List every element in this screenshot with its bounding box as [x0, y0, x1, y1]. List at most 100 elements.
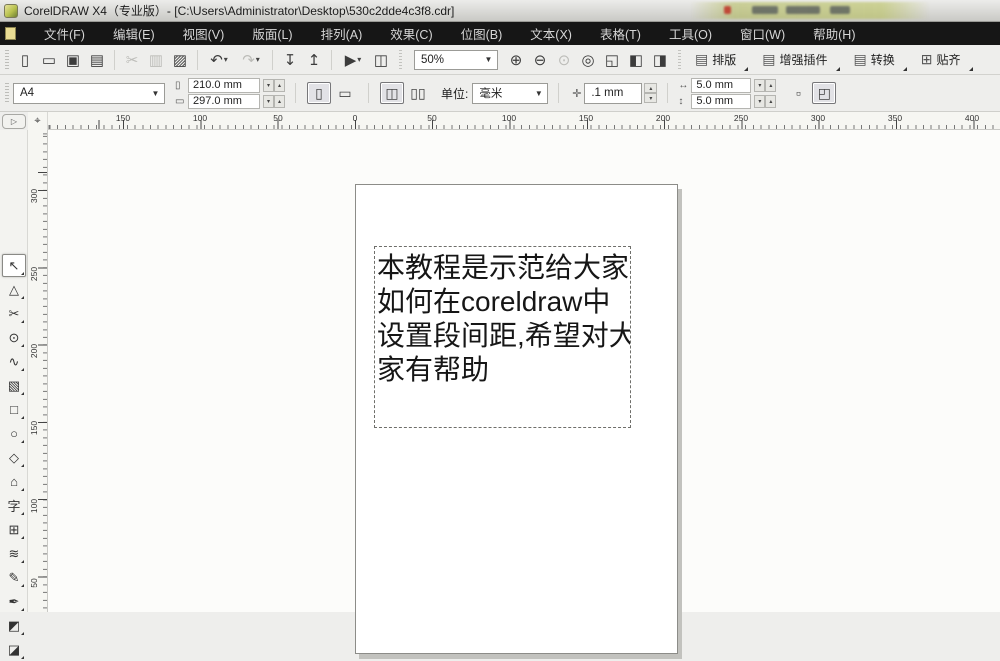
menu-item[interactable]: 表格(T) [586, 21, 655, 46]
smart-fill-tool[interactable]: ▧ [2, 374, 26, 397]
all-pages-layout-button[interactable]: ◫ [380, 82, 404, 104]
shape-tool[interactable]: △ [2, 278, 26, 301]
menu-item[interactable]: 工具(O) [655, 21, 726, 46]
paper-type-combobox[interactable]: A4 ▼ [13, 83, 165, 104]
text-tool[interactable]: 字 [2, 494, 26, 517]
ruler-label: 400 [960, 113, 984, 123]
combobox-arrow-icon[interactable]: ▼ [149, 86, 162, 101]
table-tool[interactable]: ⊞ [2, 518, 26, 541]
current-page-layout-button[interactable]: ▯▯ [406, 82, 430, 104]
fill-tool[interactable]: ◩ [2, 614, 26, 637]
horizontal-ruler[interactable]: 15010050050100150200250300350400 [48, 112, 1000, 130]
new-document-button[interactable]: ▯▾ [13, 48, 37, 72]
cut-button[interactable]: ✂▾ [120, 48, 144, 72]
flyout-corner-icon [969, 67, 973, 71]
welcome-screen-button[interactable]: ◫▾ [369, 48, 393, 72]
dropdown-arrow-icon[interactable]: ▾ [256, 55, 260, 64]
toolbox-flyout-button[interactable]: ▷ [2, 114, 26, 129]
freehand-tool[interactable]: ∿ [2, 350, 26, 373]
vertical-ruler[interactable]: 30025020015010050 [28, 130, 48, 612]
export-button[interactable]: ↥▾ [302, 48, 326, 72]
menu-item[interactable]: 帮助(H) [799, 21, 869, 46]
units-combobox[interactable]: 毫米 ▼ [472, 83, 548, 104]
application-launcher-button[interactable]: ▶▾ [337, 48, 369, 72]
zoom-in-button[interactable]: ⊕▾ [504, 48, 528, 72]
text-line: 家有帮助 [377, 353, 630, 387]
outline-pen-tool[interactable]: ✒ [2, 590, 26, 613]
ellipse-tool[interactable]: ○ [2, 422, 26, 445]
paragraph-text-frame[interactable]: 本教程是示范给大家如何在coreldraw中设置段间距,希望对大家有帮助 [374, 246, 631, 428]
property-separator [667, 83, 668, 103]
toolbar-grip[interactable] [5, 50, 9, 70]
portrait-orientation-button[interactable]: ▯ [307, 82, 331, 104]
eyedropper-tool[interactable]: ✎ [2, 566, 26, 589]
treat-as-filled-button[interactable]: ▫ [786, 82, 810, 104]
paper-height-spinner[interactable]: ▾▴ [263, 95, 285, 108]
menu-item[interactable]: 视图(V) [169, 21, 239, 46]
menu-item[interactable]: 文本(X) [516, 21, 586, 46]
undo-button[interactable]: ↶▾ [203, 48, 235, 72]
duplicate-x-spinner[interactable]: ▾▴ [754, 79, 776, 92]
snap-button[interactable]: ⊞ 贴齐 [913, 48, 969, 72]
redo-button[interactable]: ↷▾ [235, 48, 267, 72]
import-button[interactable]: ↧▾ [278, 48, 302, 72]
snap-to-objects-button[interactable]: ◰ [812, 82, 836, 104]
rectangle-tool[interactable]: □ [2, 398, 26, 421]
menu-item[interactable]: 文件(F) [30, 21, 99, 46]
combobox-arrow-icon[interactable]: ▼ [532, 86, 545, 101]
fill-icon: ◩ [8, 618, 20, 634]
menu-item[interactable]: 版面(L) [238, 21, 306, 46]
menu-item[interactable]: 排列(A) [307, 21, 377, 46]
combobox-arrow-icon[interactable]: ▼ [482, 53, 495, 67]
shape-icon: △ [9, 282, 19, 298]
convert-button[interactable]: ▤ 转换 [846, 48, 903, 72]
dropdown-arrow-icon[interactable]: ▾ [224, 55, 228, 64]
drawing-canvas[interactable]: 本教程是示范给大家如何在coreldraw中设置段间距,希望对大家有帮助 [48, 130, 1000, 612]
duplicate-y-spinner[interactable]: ▾▴ [754, 95, 776, 108]
duplicate-y-icon: ↕ [678, 96, 691, 107]
zoom-to-page-width-button[interactable]: ◧▾ [624, 48, 648, 72]
zoom-to-page-height-icon: ◨ [653, 51, 667, 69]
flyout-corner-icon [21, 272, 24, 275]
menu-item[interactable]: 效果(C) [376, 21, 446, 46]
interactive-fill-tool[interactable]: ◪ [2, 638, 26, 661]
menu-item[interactable]: 位图(B) [447, 21, 517, 46]
paste-button[interactable]: ▨▾ [168, 48, 192, 72]
menu-item[interactable]: 编辑(E) [99, 21, 169, 46]
print-button[interactable]: ▤▾ [85, 48, 109, 72]
crop-tool[interactable]: ✂ [2, 302, 26, 325]
paper-height-field[interactable]: 297.0 mm [188, 94, 260, 109]
nudge-offset-spinner[interactable]: ▴▾ [644, 83, 657, 103]
pick-tool[interactable]: ↖ [2, 254, 26, 277]
landscape-orientation-button[interactable]: ▭ [333, 82, 357, 104]
paper-width-spinner[interactable]: ▾▴ [263, 79, 285, 92]
interactive-blend-tool[interactable]: ≋ [2, 542, 26, 565]
typesetting-button[interactable]: ▤ 排版 [687, 48, 744, 72]
paper-width-field[interactable]: 210.0 mm [188, 78, 260, 93]
enhanced-plugins-button[interactable]: ▤ 增强插件 [754, 48, 835, 72]
dropdown-arrow-icon[interactable]: ▾ [357, 55, 361, 64]
flyout-corner-icon [21, 656, 24, 659]
zoom-to-selected-button[interactable]: ⊙▾ [552, 48, 576, 72]
open-button[interactable]: ▭▾ [37, 48, 61, 72]
basic-shapes-tool[interactable]: ⌂ [2, 470, 26, 493]
outline-pen-icon: ✒ [9, 594, 20, 610]
copy-button[interactable]: ▥▾ [144, 48, 168, 72]
nudge-offset-field[interactable]: .1 mm [584, 83, 642, 104]
zoom-out-button[interactable]: ⊖▾ [528, 48, 552, 72]
polygon-tool[interactable]: ◇ [2, 446, 26, 469]
zoom-to-all-objects-button[interactable]: ◎▾ [576, 48, 600, 72]
page[interactable]: 本教程是示范给大家如何在coreldraw中设置段间距,希望对大家有帮助 [355, 184, 678, 654]
zoom-tool[interactable]: ⊙ [2, 326, 26, 349]
property-bar-grip[interactable] [5, 83, 9, 103]
zoom-to-page-height-button[interactable]: ◨▾ [648, 48, 672, 72]
menu-item[interactable]: 窗口(W) [726, 21, 799, 46]
zoom-to-page-button[interactable]: ◱▾ [600, 48, 624, 72]
duplicate-x-field[interactable]: 5.0 mm [691, 78, 751, 93]
ruler-label: 50 [29, 573, 41, 593]
save-button[interactable]: ▣▾ [61, 48, 85, 72]
zoom-level-combobox[interactable]: 50% ▼ [414, 50, 498, 70]
labeled-button-label: 贴齐 [936, 51, 960, 68]
duplicate-y-field[interactable]: 5.0 mm [691, 94, 751, 109]
ruler-origin-button[interactable]: ⌖ [28, 112, 48, 130]
